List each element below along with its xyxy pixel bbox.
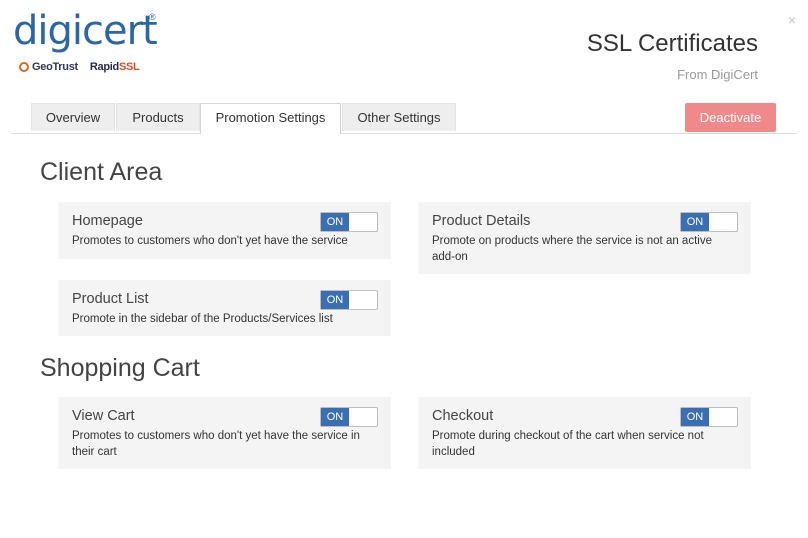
section-title-shopping-cart: Shopping Cart	[40, 354, 200, 382]
partner-brands: GeoTrust RapidSSL	[19, 61, 140, 73]
geotrust-icon	[19, 62, 29, 72]
homepage-toggle[interactable]: ON	[320, 212, 378, 232]
card-product-details: Product Details Promote on products wher…	[418, 202, 751, 274]
card-homepage: Homepage Promotes to customers who don't…	[58, 202, 391, 259]
tab-products[interactable]: Products	[116, 103, 200, 131]
page-subtitle: From DigiCert	[677, 67, 758, 82]
tab-overview[interactable]: Overview	[31, 103, 115, 131]
toggle-on-label: ON	[681, 213, 709, 231]
deactivate-button[interactable]: Deactivate	[685, 103, 776, 132]
product-list-toggle[interactable]: ON	[320, 290, 378, 310]
card-view-cart: View Cart Promotes to customers who don'…	[58, 397, 391, 469]
logo-wordmark: digicert	[13, 8, 158, 54]
product-details-toggle[interactable]: ON	[680, 212, 738, 232]
close-icon[interactable]: ×	[788, 12, 796, 28]
toggle-on-label: ON	[681, 408, 709, 426]
tab-other-settings[interactable]: Other Settings	[342, 103, 456, 131]
tab-bar: Overview Products Promotion Settings Oth…	[12, 103, 796, 134]
card-checkout: Checkout Promote during checkout of the …	[418, 397, 751, 469]
view-cart-toggle[interactable]: ON	[320, 407, 378, 427]
registered-mark: ®	[149, 12, 156, 22]
card-product-list: Product List Promote in the sidebar of t…	[58, 280, 391, 336]
toggle-on-label: ON	[321, 408, 349, 426]
toggle-on-label: ON	[321, 291, 349, 309]
tab-promotion-settings[interactable]: Promotion Settings	[200, 103, 341, 134]
checkout-toggle[interactable]: ON	[680, 407, 738, 427]
card-description: Promote on products where the service is…	[432, 235, 712, 263]
rapidssl-logo: RapidSSL	[89, 61, 140, 73]
digicert-logo: digicert ® GeoTrust RapidSSL	[13, 8, 163, 78]
card-description: Promote during checkout of the cart when…	[432, 430, 704, 458]
card-description: Promote in the sidebar of the Products/S…	[72, 313, 333, 325]
card-description: Promotes to customers who don't yet have…	[72, 235, 348, 247]
card-description: Promotes to customers who don't yet have…	[72, 430, 360, 458]
section-title-client-area: Client Area	[40, 158, 163, 186]
toggle-on-label: ON	[321, 213, 349, 231]
geotrust-logo: GeoTrust	[32, 61, 78, 73]
page-title: SSL Certificates	[586, 30, 758, 57]
